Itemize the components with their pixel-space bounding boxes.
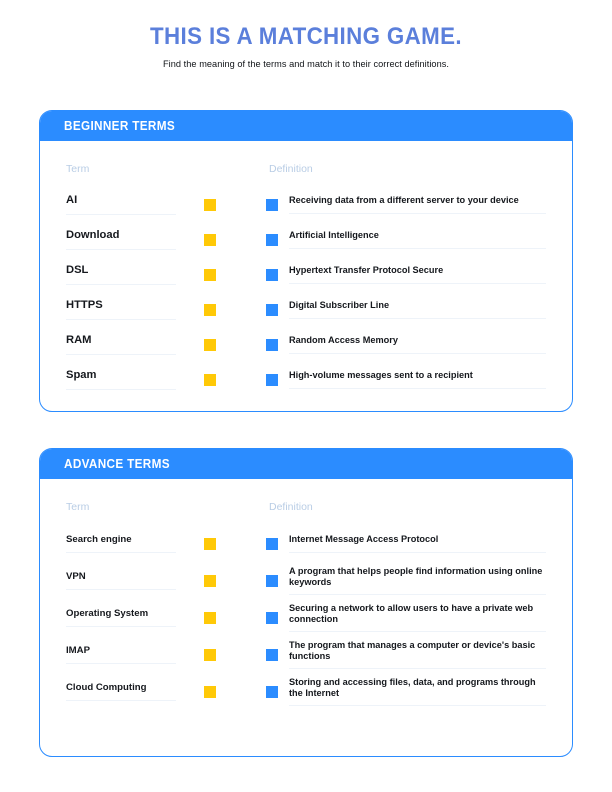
term-match-square-icon[interactable] <box>204 303 216 316</box>
term-label: HTTPS <box>66 299 176 321</box>
term-match-square-icon[interactable] <box>204 233 216 246</box>
card-header-title: ADVANCE TERMS <box>64 457 170 471</box>
term-label: Operating System <box>66 608 176 628</box>
definition-label: Artificial Intelligence <box>289 230 546 249</box>
table-row: VPN A program that helps people find inf… <box>66 562 546 599</box>
definition-match-square-icon[interactable] <box>266 648 278 661</box>
table-row: DSL Hypertext Transfer Protocol Secure <box>66 257 546 292</box>
card-body-beginner: Term Definition AI Receiving data from a… <box>40 141 572 397</box>
page-title: THIS IS A MATCHING GAME. <box>150 23 462 50</box>
term-match-square-icon[interactable] <box>204 685 216 698</box>
table-row: Download Artificial Intelligence <box>66 222 546 257</box>
term-label: VPN <box>66 571 176 591</box>
definition-match-square-icon[interactable] <box>266 574 278 587</box>
term-match-square-icon[interactable] <box>204 648 216 661</box>
term-match-square-icon[interactable] <box>204 611 216 624</box>
definition-cell[interactable]: Receiving data from a different server t… <box>278 187 546 222</box>
definition-label: Internet Message Access Protocol <box>289 534 546 553</box>
term-label: Spam <box>66 369 176 391</box>
definition-cell[interactable]: Random Access Memory <box>278 327 546 362</box>
term-match-square-icon[interactable] <box>204 373 216 386</box>
term-cell[interactable]: DSL <box>66 257 176 292</box>
definition-cell[interactable]: Internet Message Access Protocol <box>278 525 546 562</box>
term-label: DSL <box>66 264 176 286</box>
card-body-advance: Term Definition Search engine Internet M… <box>40 479 572 710</box>
term-cell[interactable]: IMAP <box>66 636 176 673</box>
definition-cell[interactable]: High-volume messages sent to a recipient <box>278 362 546 397</box>
term-label: IMAP <box>66 645 176 665</box>
table-row: RAM Random Access Memory <box>66 327 546 362</box>
definition-label: Random Access Memory <box>289 335 546 354</box>
term-label: Download <box>66 229 176 251</box>
definition-label: Storing and accessing files, data, and p… <box>289 677 546 707</box>
card-beginner-terms: BEGINNER TERMS Term Definition AI Receiv… <box>39 110 573 412</box>
term-cell[interactable]: VPN <box>66 562 176 599</box>
matching-rows-beginner: AI Receiving data from a different serve… <box>66 187 546 397</box>
definition-cell[interactable]: A program that helps people find informa… <box>278 562 546 599</box>
term-cell[interactable]: Spam <box>66 362 176 397</box>
table-row: Operating System Securing a network to a… <box>66 599 546 636</box>
term-cell[interactable]: Cloud Computing <box>66 673 176 710</box>
table-row: IMAP The program that manages a computer… <box>66 636 546 673</box>
card-header-beginner: BEGINNER TERMS <box>40 111 572 141</box>
term-cell[interactable]: HTTPS <box>66 292 176 327</box>
definition-match-square-icon[interactable] <box>266 685 278 698</box>
definition-label: The program that manages a computer or d… <box>289 640 546 670</box>
table-row: Cloud Computing Storing and accessing fi… <box>66 673 546 710</box>
definition-match-square-icon[interactable] <box>266 338 278 351</box>
definition-cell[interactable]: Storing and accessing files, data, and p… <box>278 673 546 710</box>
column-labels: Term Definition <box>66 501 546 513</box>
column-label-definition: Definition <box>269 501 313 513</box>
definition-match-square-icon[interactable] <box>266 198 278 211</box>
term-match-square-icon[interactable] <box>204 268 216 281</box>
column-label-definition: Definition <box>269 163 313 175</box>
definition-match-square-icon[interactable] <box>266 611 278 624</box>
definition-match-square-icon[interactable] <box>266 373 278 386</box>
definition-label: Securing a network to allow users to hav… <box>289 603 546 633</box>
table-row: Search engine Internet Message Access Pr… <box>66 525 546 562</box>
term-match-square-icon[interactable] <box>204 537 216 550</box>
definition-label: Digital Subscriber Line <box>289 300 546 319</box>
term-match-square-icon[interactable] <box>204 574 216 587</box>
card-header-advance: ADVANCE TERMS <box>40 449 572 479</box>
definition-label: Hypertext Transfer Protocol Secure <box>289 265 546 284</box>
term-cell[interactable]: Operating System <box>66 599 176 636</box>
term-label: Cloud Computing <box>66 682 176 702</box>
term-cell[interactable]: Search engine <box>66 525 176 562</box>
definition-cell[interactable]: Securing a network to allow users to hav… <box>278 599 546 636</box>
definition-label: Receiving data from a different server t… <box>289 195 546 214</box>
definition-match-square-icon[interactable] <box>266 537 278 550</box>
page-subtitle: Find the meaning of the terms and match … <box>163 59 449 70</box>
definition-cell[interactable]: Artificial Intelligence <box>278 222 546 257</box>
term-match-square-icon[interactable] <box>204 198 216 211</box>
table-row: AI Receiving data from a different serve… <box>66 187 546 222</box>
matching-rows-advance: Search engine Internet Message Access Pr… <box>66 525 546 710</box>
page-header: THIS IS A MATCHING GAME. Find the meanin… <box>0 0 612 69</box>
term-cell[interactable]: AI <box>66 187 176 222</box>
term-label: AI <box>66 194 176 216</box>
term-match-square-icon[interactable] <box>204 338 216 351</box>
term-label: RAM <box>66 334 176 356</box>
table-row: Spam High-volume messages sent to a reci… <box>66 362 546 397</box>
definition-label: A program that helps people find informa… <box>289 566 546 596</box>
definition-match-square-icon[interactable] <box>266 303 278 316</box>
table-row: HTTPS Digital Subscriber Line <box>66 292 546 327</box>
term-cell[interactable]: Download <box>66 222 176 257</box>
term-cell[interactable]: RAM <box>66 327 176 362</box>
card-advance-terms: ADVANCE TERMS Term Definition Search eng… <box>39 448 573 757</box>
column-labels: Term Definition <box>66 163 546 175</box>
definition-cell[interactable]: Digital Subscriber Line <box>278 292 546 327</box>
definition-label: High-volume messages sent to a recipient <box>289 370 546 389</box>
definition-cell[interactable]: Hypertext Transfer Protocol Secure <box>278 257 546 292</box>
column-label-term: Term <box>66 163 90 175</box>
term-label: Search engine <box>66 534 176 554</box>
column-label-term: Term <box>66 501 90 513</box>
definition-cell[interactable]: The program that manages a computer or d… <box>278 636 546 673</box>
definition-match-square-icon[interactable] <box>266 233 278 246</box>
definition-match-square-icon[interactable] <box>266 268 278 281</box>
card-header-title: BEGINNER TERMS <box>64 119 176 133</box>
